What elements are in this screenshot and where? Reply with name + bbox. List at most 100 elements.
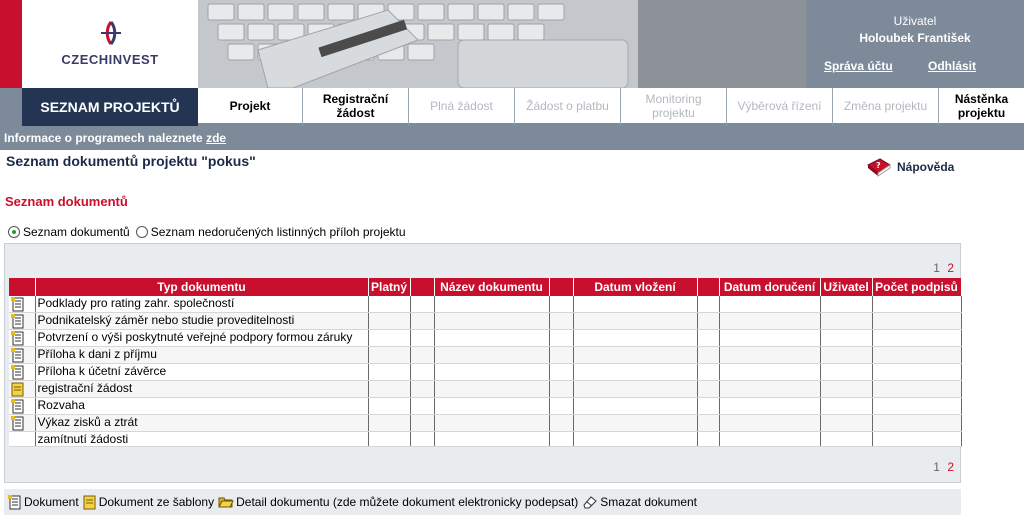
tab-projekt[interactable]: Projekt <box>198 88 303 126</box>
row-icon-cell <box>9 397 36 415</box>
nav-project-list-title[interactable]: SEZNAM PROJEKTŮ <box>22 88 198 126</box>
document-icon[interactable] <box>11 331 25 346</box>
row-date-inserted <box>573 397 698 415</box>
table-row[interactable]: Příloha k účetní závěrce <box>9 363 962 381</box>
radio-undelivered-attachments-label[interactable]: Seznam nedoručených listinných příloh pr… <box>151 225 406 239</box>
logout-link[interactable]: Odhlásit <box>928 59 976 73</box>
row-date-delivered <box>719 380 821 398</box>
row-date-inserted <box>573 431 698 447</box>
document-panel: 1 2 Typ dokumentu Platný Název dokumentu… <box>4 243 962 483</box>
table-row[interactable]: registrační žádost <box>9 380 962 398</box>
document-icon <box>8 494 21 509</box>
tab-plna-zadost: Plná žádost <box>409 88 515 126</box>
row-document-type: registrační žádost <box>35 380 369 398</box>
table-row[interactable]: Potvrzení o výši poskytnuté veřejné podp… <box>9 329 962 347</box>
help-button[interactable]: ? Nápověda <box>866 157 954 177</box>
row-spacer <box>410 397 435 415</box>
row-date-inserted <box>573 414 698 432</box>
row-document-name <box>434 431 550 447</box>
row-date-delivered <box>719 431 821 447</box>
row-spacer <box>697 329 720 347</box>
table-row[interactable]: zamítnutí žádosti <box>9 431 962 447</box>
column-header-typ-dokumentu[interactable]: Typ dokumentu <box>35 278 369 296</box>
page-link-1[interactable]: 1 <box>933 460 940 474</box>
help-label: Nápověda <box>897 160 955 174</box>
row-document-name <box>434 414 550 432</box>
document-icon[interactable] <box>11 348 25 363</box>
row-icon-cell <box>9 414 36 432</box>
czechinvest-logo[interactable]: CZECHINVEST <box>22 0 198 88</box>
row-date-inserted <box>573 329 698 347</box>
account-settings-link[interactable]: Správa účtu <box>824 59 893 73</box>
row-spacer <box>549 414 574 432</box>
row-signature-count <box>872 312 962 330</box>
table-row[interactable]: Rozvaha <box>9 397 962 415</box>
legend-delete-label: Smazat dokument <box>600 495 698 509</box>
row-document-name <box>434 363 550 381</box>
row-document-name <box>434 296 550 313</box>
row-document-type: Podnikatelský záměr nebo studie provedit… <box>35 312 369 330</box>
page-link-2[interactable]: 2 <box>947 261 954 275</box>
legend-document: Dokument <box>8 494 79 510</box>
radio-document-list-label[interactable]: Seznam dokumentů <box>23 225 130 239</box>
row-spacer <box>410 329 435 347</box>
row-valid <box>368 397 411 415</box>
row-icon-cell <box>9 363 36 381</box>
row-signature-count <box>872 329 962 347</box>
nav-strip <box>0 88 22 126</box>
tab-vyberova-rizeni: Výběrová řízení <box>727 88 833 126</box>
table-row[interactable]: Podnikatelský záměr nebo studie provedit… <box>9 312 962 330</box>
logo-text: CZECHINVEST <box>61 52 159 67</box>
row-spacer <box>410 346 435 364</box>
page-link-2[interactable]: 2 <box>947 460 954 474</box>
main-nav: SEZNAM PROJEKTŮ Projekt Registrační žádo… <box>0 88 1024 126</box>
radio-document-list[interactable] <box>8 226 20 238</box>
page-title: Seznam dokumentů projektu "pokus" <box>6 153 256 169</box>
row-spacer <box>549 431 574 447</box>
column-header-spacer <box>410 278 435 296</box>
section-title: Seznam dokumentů <box>5 194 128 209</box>
template-icon[interactable] <box>11 382 25 397</box>
row-user <box>820 346 873 364</box>
row-date-inserted <box>573 312 698 330</box>
row-valid <box>368 431 411 447</box>
svg-text:?: ? <box>876 161 881 170</box>
document-icon[interactable] <box>11 297 25 312</box>
table-row[interactable]: Výkaz zisků a ztrát <box>9 414 962 432</box>
row-spacer <box>410 312 435 330</box>
row-document-name <box>434 312 550 330</box>
tab-monitoring-projektu: Monitoring projektu <box>621 88 727 126</box>
column-header-uzivatel[interactable]: Uživatel <box>820 278 873 296</box>
row-document-type: Potvrzení o výši poskytnuté veřejné podp… <box>35 329 369 347</box>
page-link-1[interactable]: 1 <box>933 261 940 275</box>
document-table: Typ dokumentu Platný Název dokumentu Dat… <box>9 278 962 447</box>
column-header-datum-vlozeni[interactable]: Datum vložení <box>573 278 698 296</box>
legend-template-document-label: Dokument ze šablony <box>98 495 215 509</box>
document-icon[interactable] <box>11 365 25 380</box>
row-user <box>820 312 873 330</box>
legend-template-document: Dokument ze šablony <box>83 495 214 510</box>
row-user <box>820 363 873 381</box>
column-header-nazev-dokumentu[interactable]: Název dokumentu <box>434 278 550 296</box>
tab-nastenka-projektu[interactable]: Nástěnka projektu <box>939 88 1024 126</box>
radio-undelivered-attachments[interactable] <box>135 226 148 238</box>
user-panel: Uživatel Holoubek František Správa účtu … <box>806 0 1024 88</box>
row-date-inserted <box>573 296 698 313</box>
column-header-spacer <box>549 278 574 296</box>
table-row[interactable]: Příloha k dani z příjmu <box>9 346 962 364</box>
document-icon[interactable] <box>11 314 25 329</box>
info-link[interactable]: zde <box>206 131 226 145</box>
document-icon[interactable] <box>11 416 25 431</box>
tab-registracni-zadost[interactable]: Registrační žádost <box>303 88 409 126</box>
column-header-pocet-podpisu[interactable]: Počet podpisů <box>872 278 962 296</box>
row-document-type: Výkaz zisků a ztrát <box>35 414 369 432</box>
column-header-datum-doruceni[interactable]: Datum doručení <box>719 278 821 296</box>
document-icon[interactable] <box>11 399 25 414</box>
table-row[interactable]: Podklady pro rating zahr. společností <box>9 296 962 313</box>
row-icon-cell <box>9 296 36 313</box>
row-valid <box>368 414 411 432</box>
row-user <box>820 431 873 447</box>
column-header-platny[interactable]: Platný <box>368 278 411 296</box>
row-icon-cell <box>9 346 36 364</box>
row-icon-cell <box>9 329 36 347</box>
